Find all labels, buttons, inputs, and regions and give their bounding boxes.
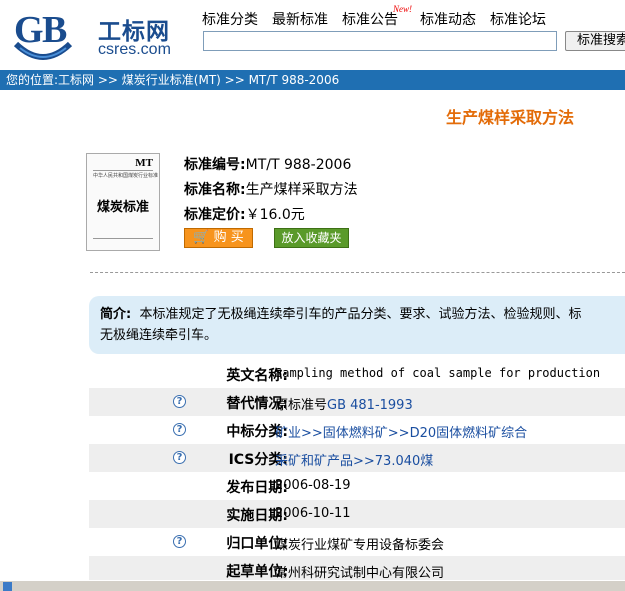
search-input[interactable] xyxy=(203,31,557,51)
logo-english-text: csres.com xyxy=(98,41,171,58)
info-number-row: 标准编号:MT/T 988-2006 xyxy=(184,153,358,178)
top-nav: 标准分类 最新标准 标准公告 New! 标准动态 标准论坛 xyxy=(202,4,560,29)
new-badge: New! xyxy=(393,4,412,14)
ccs-category-link[interactable]: 矿业>>固体燃料矿>>D20固体燃料矿综合 xyxy=(275,422,527,441)
breadcrumb-text[interactable]: 您的位置:工标网 >> 煤炭行业标准(MT) >> MT/T 988-2006 xyxy=(6,73,339,87)
replace-standard-link[interactable]: GB 481-1993 xyxy=(327,398,413,413)
row-value: Sampling method of coal sample for produ… xyxy=(275,366,601,380)
help-icon[interactable]: ? xyxy=(173,423,186,436)
browser-status-bar xyxy=(0,580,625,591)
info-price-label: 标准定价: xyxy=(184,207,246,223)
cart-icon: 🛒 xyxy=(193,230,210,245)
svg-text:B: B xyxy=(42,9,67,51)
add-favorite-button[interactable]: 放入收藏夹 xyxy=(274,228,349,248)
table-row: 实施日期: 2006-10-11 xyxy=(89,500,625,528)
site-header: G B 工标网 csres.com 标准分类 最新标准 标准公告 New! 标准动… xyxy=(0,0,625,68)
nav-latest-standards[interactable]: 最新标准 xyxy=(272,9,328,29)
buy-button-label: 购 买 xyxy=(213,230,244,245)
cover-code: MT xyxy=(135,157,153,169)
gb-logo-icon: G B xyxy=(13,9,73,60)
dashed-divider xyxy=(90,272,625,273)
cover-small-text: 中华人民共和国煤炭行业标准 xyxy=(93,173,159,179)
row-value: 煤炭行业煤矿专用设备标委会 xyxy=(275,538,445,553)
summary-line-1: 简介: 本标准规定了无极绳连续牵引车的产品分类、要求、试验方法、检验规则、标 xyxy=(100,304,625,325)
row-value: 2006-08-19 xyxy=(275,478,351,493)
ics-category-link[interactable]: 采矿和矿产品>>73.040煤 xyxy=(275,450,433,469)
info-name-row: 标准名称:生产煤样采取方法 xyxy=(184,178,358,203)
replace-prefix: 原标准号 xyxy=(275,398,328,413)
breadcrumb: 您的位置:工标网 >> 煤炭行业标准(MT) >> MT/T 988-2006 xyxy=(0,70,625,90)
table-row: ? 替代情况: 原标准号GB 481-1993 xyxy=(89,388,625,416)
cover-divider-bottom xyxy=(93,238,153,239)
help-icon[interactable]: ? xyxy=(173,395,186,408)
info-price-row: 标准定价:￥16.0元 xyxy=(184,203,358,228)
cover-title: 煤炭标准 xyxy=(97,200,150,215)
summary-line-2: 无极绳连续牵引车。 xyxy=(100,328,218,343)
help-icon[interactable]: ? xyxy=(173,535,186,548)
nav-standard-forum[interactable]: 标准论坛 xyxy=(490,9,546,29)
site-logo[interactable]: G B 工标网 csres.com xyxy=(6,2,196,64)
info-number-label: 标准编号: xyxy=(184,157,246,173)
standard-info: 标准编号:MT/T 988-2006 标准名称:生产煤样采取方法 标准定价:￥1… xyxy=(184,153,358,228)
row-value: 原标准号GB 481-1993 xyxy=(275,394,413,413)
page-icon xyxy=(3,582,12,591)
svg-text:G: G xyxy=(14,9,44,51)
row-value: 常州科研究试制中心有限公司 xyxy=(275,566,445,581)
standard-cover-image: MT 中华人民共和国煤炭行业标准 煤炭标准 xyxy=(86,153,160,251)
info-number-value: MT/T 988-2006 xyxy=(245,157,352,173)
buy-button[interactable]: 🛒 购 买 xyxy=(184,228,253,248)
info-price-value: ￥16.0元 xyxy=(245,207,305,223)
table-row: 发布日期: 2006-08-19 xyxy=(89,472,625,500)
nav-notice-label: 标准公告 xyxy=(342,12,398,28)
table-row: ? 中标分类: 矿业>>固体燃料矿>>D20固体燃料矿综合 xyxy=(89,416,625,444)
table-row: 英文名称: Sampling method of coal sample for… xyxy=(89,360,625,388)
summary-box: 简介: 本标准规定了无极绳连续牵引车的产品分类、要求、试验方法、检验规则、标 无… xyxy=(89,296,625,354)
nav-standard-category[interactable]: 标准分类 xyxy=(202,9,258,29)
page-title: 生产煤样采取方法 xyxy=(446,108,575,127)
nav-standard-news[interactable]: 标准动态 xyxy=(420,9,476,29)
nav-standard-notice[interactable]: 标准公告 New! xyxy=(342,4,412,29)
info-name-label: 标准名称: xyxy=(184,182,246,198)
table-row: ? 归口单位: 煤炭行业煤矿专用设备标委会 xyxy=(89,528,625,556)
search-button[interactable]: 标准搜索 xyxy=(565,31,625,51)
help-icon[interactable]: ? xyxy=(173,451,186,464)
detail-table: 英文名称: Sampling method of coal sample for… xyxy=(89,360,625,584)
row-value: 2006-10-11 xyxy=(275,506,351,521)
info-name-value: 生产煤样采取方法 xyxy=(245,182,358,198)
cover-divider-top xyxy=(93,170,153,171)
summary-label: 简介: xyxy=(100,307,132,322)
table-row: ? ICS分类: 采矿和矿产品>>73.040煤 xyxy=(89,444,625,472)
summary-text: 本标准规定了无极绳连续牵引车的产品分类、要求、试验方法、检验规则、标 xyxy=(139,307,582,322)
